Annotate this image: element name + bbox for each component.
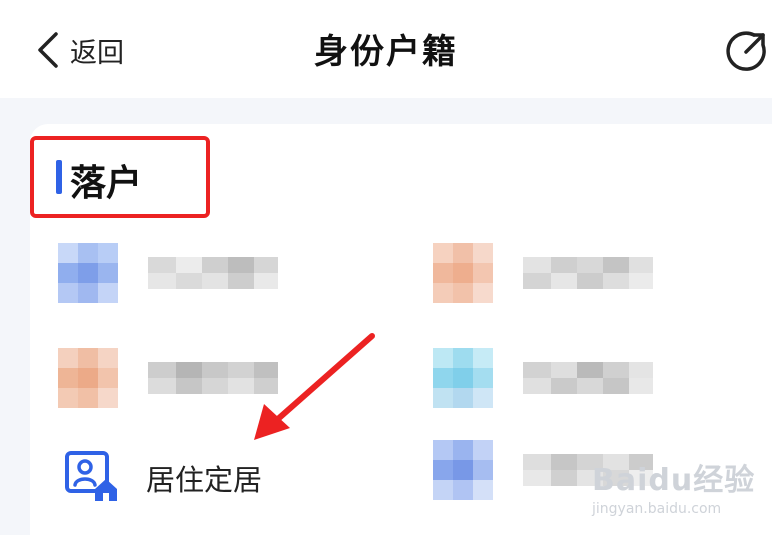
blurred-label [523,362,653,394]
service-item-2[interactable] [433,243,673,305]
share-icon[interactable] [724,28,770,74]
watermark-url: jingyan.baidu.com [592,501,722,517]
annotation-arrow-icon [254,333,375,440]
blurred-orange-icon [433,243,493,303]
blurred-orange-icon [58,348,118,408]
residence-house-icon [65,451,117,501]
blurred-blue-icon [58,243,118,303]
top-bar: 返回 身份户籍 [0,0,772,98]
watermark-logo: Baidu经验 [592,463,756,498]
blurred-cyan-icon [433,348,493,408]
blurred-label [523,257,653,289]
service-item-1[interactable] [58,243,298,305]
blurred-blue-icon [433,440,493,500]
page-title: 身份户籍 [314,32,458,72]
service-item-4[interactable] [433,348,673,410]
section-accent-bar [56,160,62,194]
baidu-watermark: Baidu经验 jingyan.baidu.com [592,455,755,517]
service-label: 居住定居 [146,463,263,497]
blurred-label [148,257,278,289]
service-item-residence[interactable]: 居住定居 [64,447,284,509]
section-title: 落户 [70,163,143,204]
